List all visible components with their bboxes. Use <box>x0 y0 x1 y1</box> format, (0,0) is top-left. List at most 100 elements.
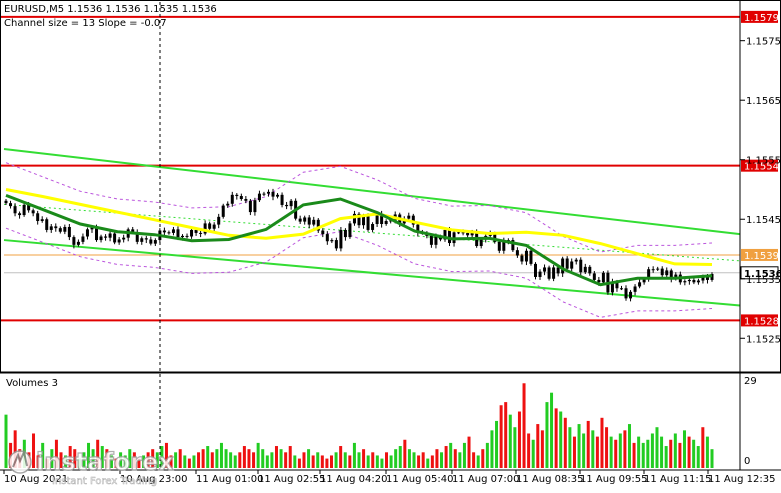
candle-body <box>529 250 533 264</box>
candle-body <box>583 266 587 273</box>
x-tick-label: 11 Aug 09:55 <box>580 474 647 485</box>
candle-body <box>221 205 225 217</box>
candle-body <box>4 200 8 204</box>
candle-body <box>153 240 157 244</box>
candle-body <box>638 282 642 287</box>
volume-bar <box>609 436 613 468</box>
volume-bar <box>274 446 278 468</box>
volume-panel-label: Volumes 3 <box>6 378 58 389</box>
candle-body <box>285 204 289 207</box>
candle-body <box>72 237 76 245</box>
volume-bar <box>637 436 641 468</box>
volume-bar <box>316 452 320 468</box>
volume-zero-tick: 0 <box>744 456 750 467</box>
candle-body <box>434 236 438 245</box>
candle-body <box>122 237 126 240</box>
candle-body <box>538 271 542 277</box>
candle-body <box>63 226 67 232</box>
candle-body <box>565 258 569 269</box>
candle-body <box>113 233 117 243</box>
volume-bar <box>187 458 191 468</box>
ma-level-label: 1.1539 <box>744 251 779 262</box>
candle-body <box>547 267 551 279</box>
volume-bar <box>394 449 398 468</box>
volume-bar <box>435 449 439 468</box>
candle-body <box>588 266 592 274</box>
volume-bar <box>627 424 631 468</box>
volume-max-tick: 29 <box>744 376 757 387</box>
candle-body <box>31 210 35 214</box>
volume-bar <box>586 420 590 468</box>
candle-body <box>633 286 637 292</box>
y-tick-label: 1.1545 <box>746 215 781 226</box>
volume-bar <box>595 436 599 468</box>
volume-bar <box>591 430 595 468</box>
candle-body <box>407 215 411 219</box>
header-symbol-line: EURUSD,M5 1.1536 1.1536 1.1535 1.1536 <box>4 4 217 15</box>
candle-body <box>687 279 691 282</box>
candle-body <box>266 191 270 194</box>
candle-body <box>45 219 49 230</box>
volume-bar <box>650 433 654 468</box>
volume-bar <box>430 455 434 468</box>
candle-body <box>570 261 574 269</box>
volume-bar <box>508 414 512 468</box>
candle-body <box>253 200 257 213</box>
candle-body <box>298 218 302 222</box>
chart-window: 1.1579 1.1554 1.1539 1.1536 1.1528 1.1525 1.1… <box>0 0 781 489</box>
volume-bar <box>582 433 586 468</box>
candle-body <box>348 223 352 238</box>
candle-body <box>524 250 528 262</box>
candle-body <box>194 229 198 233</box>
x-tick-label: 11 Aug 02:55 <box>258 474 325 485</box>
x-tick-label: 11 Aug 08:35 <box>516 474 583 485</box>
candle-body <box>325 234 329 242</box>
candle-body <box>181 235 184 238</box>
candle-body <box>54 226 58 229</box>
candle-body <box>244 198 248 201</box>
candle-body <box>140 238 144 242</box>
candle-body <box>208 223 212 229</box>
volume-bar <box>554 408 558 468</box>
volume-bar <box>453 449 457 468</box>
volume-bar <box>32 433 36 468</box>
volume-bar <box>183 455 187 468</box>
candle-body <box>171 229 175 233</box>
volume-bar <box>692 439 696 468</box>
candle-body <box>76 241 80 245</box>
volume-bar <box>307 449 311 468</box>
price-chart[interactable]: 1.15791.15541.15391.15361.1528 1.15251.1… <box>0 0 781 489</box>
candle-body <box>162 230 166 233</box>
candle-body <box>67 226 71 238</box>
y-tick-label: 1.1565 <box>746 96 781 107</box>
volume-bar <box>215 449 219 468</box>
candle-body <box>22 204 26 216</box>
volume-bar <box>270 452 274 468</box>
volume-bar <box>229 452 233 468</box>
candle-body <box>235 194 239 197</box>
volume-bar <box>233 455 237 468</box>
volume-bar <box>646 439 650 468</box>
candle-body <box>271 191 275 197</box>
y-tick-label: 1.1525 <box>746 334 781 345</box>
candle-body <box>665 270 669 276</box>
candle-body <box>9 203 13 207</box>
candle-body <box>520 255 524 262</box>
volume-bar <box>375 455 379 468</box>
volume-bar <box>682 430 686 468</box>
volume-bar <box>449 442 453 468</box>
candle-body <box>262 193 266 195</box>
chart-background <box>0 0 781 489</box>
candle-body <box>656 268 660 270</box>
volume-bar <box>550 392 554 468</box>
x-tick-label: 11 Aug 11:15 <box>644 474 711 485</box>
candle-body <box>561 258 565 274</box>
candle-body <box>321 230 325 235</box>
candle-body <box>660 268 664 276</box>
volume-bar <box>577 424 581 468</box>
candle-body <box>58 228 62 232</box>
volume-bar <box>325 458 329 468</box>
volume-bar <box>178 449 182 468</box>
volume-bar <box>362 449 366 468</box>
candle-body <box>534 263 537 277</box>
